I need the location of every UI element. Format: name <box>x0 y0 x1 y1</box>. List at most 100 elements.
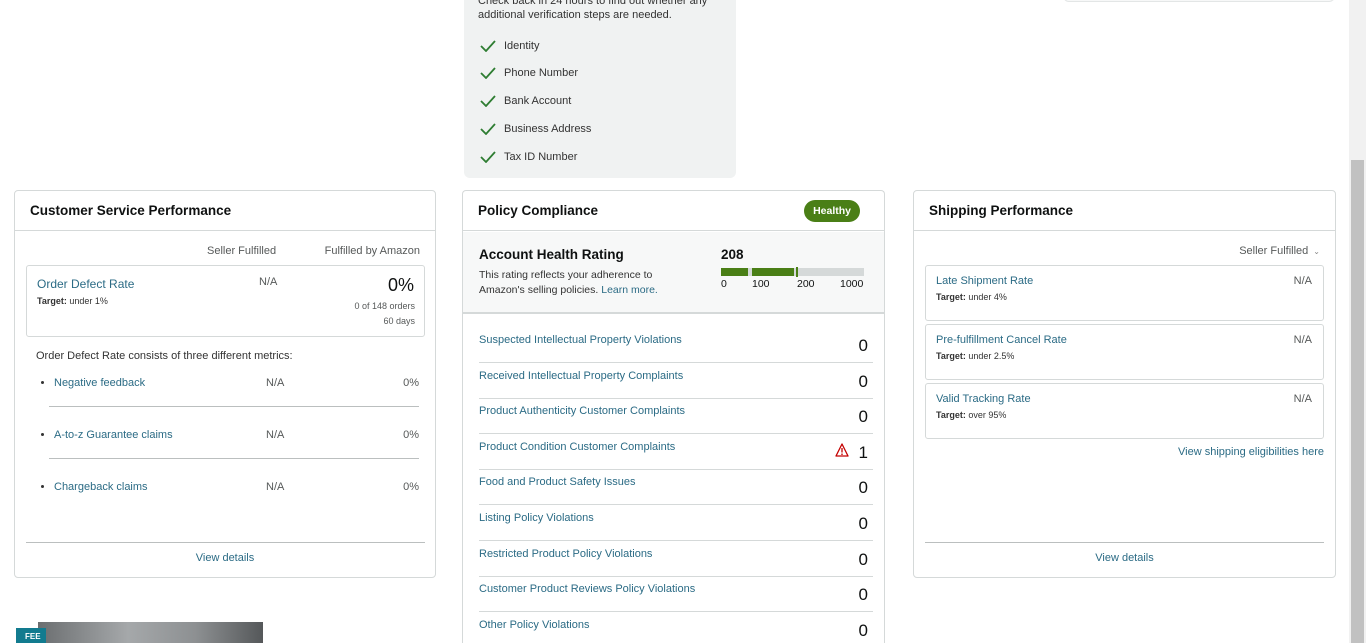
policy-row-count: 0 <box>858 371 868 391</box>
shipping-metric-value: N/A <box>1293 334 1312 346</box>
shipping-metric-target: Target: over 95% <box>936 410 1006 420</box>
ahr-tick: 200 <box>797 278 815 290</box>
policy-row-count: 0 <box>858 407 868 427</box>
customer-service-title: Customer Service Performance <box>30 203 232 218</box>
negative-feedback-link[interactable]: Negative feedback <box>54 377 145 389</box>
bullet <box>41 433 44 436</box>
shipping-metric-link[interactable]: Valid Tracking Rate <box>936 393 1031 405</box>
promo-image[interactable] <box>38 622 263 643</box>
bullet <box>41 485 44 488</box>
target-label: Target: <box>936 410 966 420</box>
ahr-ticks: 0 100 200 1000 <box>721 278 871 292</box>
ahr-score-bar <box>721 267 864 277</box>
atoz-claims-link[interactable]: A-to-z Guarantee claims <box>54 429 173 441</box>
ahr-tick: 0 <box>721 278 727 290</box>
shipping-metric-target: Target: under 2.5% <box>936 351 1014 361</box>
chargeback-claims-link[interactable]: Chargeback claims <box>54 481 148 493</box>
policy-row-count: 0 <box>858 585 868 605</box>
ahr-score: 208 <box>721 247 744 262</box>
negative-feedback-amazon: 0% <box>403 377 419 389</box>
policy-row: Food and Product Safety Issues 0 <box>479 469 873 506</box>
policy-row-link[interactable]: Suspected Intellectual Property Violatio… <box>479 334 682 346</box>
verification-item-label: Business Address <box>504 123 592 135</box>
top-right-panel <box>1063 0 1335 2</box>
fulfillment-filter-dropdown[interactable]: Seller Fulfilled ⌄ <box>1239 245 1320 257</box>
col-seller-fulfilled: Seller Fulfilled <box>207 245 277 257</box>
shipping-eligibilities-link[interactable]: View shipping eligibilities here <box>1178 446 1324 458</box>
shipping-metric-value: N/A <box>1293 393 1312 405</box>
shipping-performance-title: Shipping Performance <box>929 203 1074 218</box>
scrollbar-thumb[interactable] <box>1351 160 1364 643</box>
policy-row-link[interactable]: Food and Product Safety Issues <box>479 476 636 488</box>
chargeback-claims-seller: N/A <box>266 481 285 493</box>
policy-row-link[interactable]: Received Intellectual Property Complaint… <box>479 370 683 382</box>
policy-row: Product Condition Customer Complaints 1 <box>479 434 873 470</box>
odr-amazon-value: 0% <box>387 275 414 295</box>
checkmark-icon <box>480 123 496 135</box>
policy-row-link[interactable]: Product Authenticity Customer Complaints <box>479 405 685 417</box>
odr-consists-text: Order Defect Rate consists of three diff… <box>36 350 293 362</box>
policy-compliance-title: Policy Compliance <box>478 203 599 218</box>
policy-row: Other Policy Violations 0 <box>479 612 873 643</box>
policy-row-link[interactable]: Customer Product Reviews Policy Violatio… <box>479 583 695 595</box>
atoz-claims-amazon: 0% <box>403 429 419 441</box>
verification-item: Phone Number <box>480 63 578 83</box>
target-label: Target: <box>936 292 966 302</box>
vertical-scrollbar[interactable] <box>1349 0 1366 643</box>
target-value: under 4% <box>968 292 1007 302</box>
shipping-metric-box: Late Shipment Rate Target: under 4% N/A <box>925 265 1324 321</box>
col-fulfilled-by-amazon: Fulfilled by Amazon <box>324 245 420 257</box>
target-label: Target: <box>936 351 966 361</box>
verification-text-line2: additional verification steps are needed… <box>478 9 672 21</box>
verification-item: Bank Account <box>480 91 571 111</box>
ahr-tick: 1000 <box>840 278 864 290</box>
metric-chargeback-claims: Chargeback claims N/A 0% <box>39 481 419 501</box>
negative-feedback-seller: N/A <box>266 377 285 389</box>
chargeback-claims-amazon: 0% <box>403 481 419 493</box>
customer-service-card: Customer Service Performance Seller Fulf… <box>14 190 436 578</box>
shipping-metric-target: Target: under 4% <box>936 292 1007 302</box>
order-defect-rate-box: Order Defect Rate Target: under 1% N/A 0… <box>26 265 425 337</box>
customer-service-view-details[interactable]: View details <box>15 552 435 564</box>
policy-compliance-card: Policy Compliance Healthy Account Health… <box>462 190 885 643</box>
shipping-metric-box: Valid Tracking Rate Target: over 95% N/A <box>925 383 1324 439</box>
healthy-status-badge: Healthy <box>804 199 860 222</box>
checkmark-icon <box>480 151 496 163</box>
metric-atoz-claims: A-to-z Guarantee claims N/A 0% <box>39 429 419 449</box>
shipping-metric-link[interactable]: Late Shipment Rate <box>936 275 1033 287</box>
order-defect-rate-link[interactable]: Order Defect Rate <box>37 277 134 291</box>
odr-orders: 0 of 148 orders <box>354 301 415 311</box>
policy-row-link[interactable]: Other Policy Violations <box>479 619 589 631</box>
checkmark-icon <box>480 95 496 107</box>
divider <box>49 406 419 407</box>
atoz-claims-seller: N/A <box>266 429 285 441</box>
customer-service-header: Customer Service Performance <box>15 191 435 231</box>
footer-divider <box>925 542 1324 543</box>
odr-target-label: Target: <box>37 296 67 306</box>
policy-compliance-header: Policy Compliance Healthy <box>463 191 884 231</box>
verification-item-label: Identity <box>504 40 540 52</box>
policy-row-link[interactable]: Listing Policy Violations <box>479 512 594 524</box>
verification-text-line1: Check back in 24 hours to find out wheth… <box>478 0 708 7</box>
policy-row: Restricted Product Policy Violations 0 <box>479 541 873 577</box>
policy-row-link[interactable]: Product Condition Customer Complaints <box>479 441 675 453</box>
verification-item: Business Address <box>480 119 591 139</box>
ahr-title: Account Health Rating <box>479 247 624 262</box>
ahr-tick: 100 <box>752 278 770 290</box>
shipping-metric-box: Pre-fulfillment Cancel Rate Target: under… <box>925 324 1324 380</box>
learn-more-link[interactable]: Learn more. <box>601 284 658 296</box>
verification-item-label: Bank Account <box>504 95 572 107</box>
checkmark-icon <box>480 67 496 79</box>
feedback-tab[interactable]: FEE <box>16 628 46 643</box>
verification-item: Identity <box>480 36 539 56</box>
odr-seller-value: N/A <box>259 276 278 288</box>
shipping-performance-card: Shipping Performance Seller Fulfilled ⌄ … <box>913 190 1336 578</box>
odr-days: 60 days <box>383 316 415 326</box>
policy-row-link[interactable]: Restricted Product Policy Violations <box>479 548 652 560</box>
policy-row-count: 1 <box>858 442 868 462</box>
shipping-metric-link[interactable]: Pre-fulfillment Cancel Rate <box>936 334 1067 346</box>
shipping-view-details[interactable]: View details <box>914 552 1335 564</box>
verification-item-label: Phone Number <box>504 67 578 79</box>
ahr-bar-segment <box>752 268 794 276</box>
verification-item: Tax ID Number <box>480 147 577 167</box>
